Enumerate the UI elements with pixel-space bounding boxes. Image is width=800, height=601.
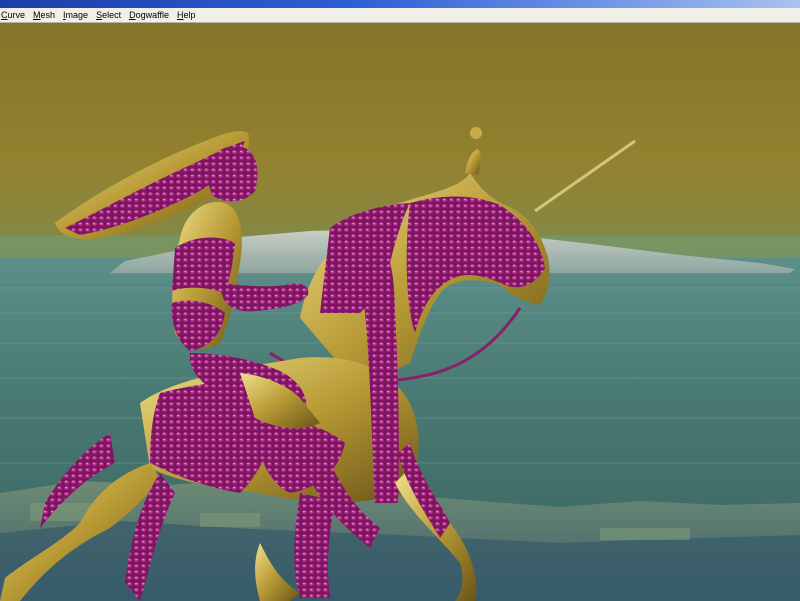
title-bar[interactable] [0,0,800,8]
menu-curve[interactable]: Curve [0,9,28,22]
menu-curve-rest: urve [7,9,26,20]
menu-bar: Curve Mesh Image Select Dogwaffle Help [0,8,800,23]
app-window: Curve Mesh Image Select Dogwaffle Help [0,0,800,601]
render-viewport[interactable] [0,23,800,601]
menu-select[interactable]: Select [93,9,124,22]
render-image [0,23,800,601]
menu-image-rest: mage [65,9,89,20]
menu-image[interactable]: Image [60,9,91,22]
menu-select-rest: elect [102,9,122,20]
menu-mesh-rest: esh [40,9,56,20]
menu-dogwaffle[interactable]: Dogwaffle [126,9,172,22]
menu-help-rest: elp [183,9,196,20]
menu-mesh[interactable]: Mesh [30,9,58,22]
menu-help[interactable]: Help [174,9,199,22]
menu-mesh-accel: M [33,9,41,20]
menu-dogwaffle-rest: ogwaffle [135,9,169,20]
